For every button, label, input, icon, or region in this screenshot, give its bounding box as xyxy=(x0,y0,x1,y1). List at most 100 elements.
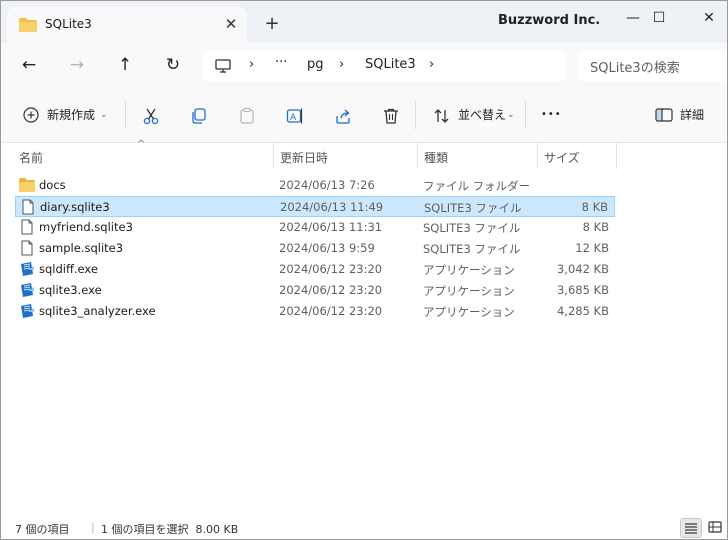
selection-info: 1 個の項目を選択 8.00 KB xyxy=(101,523,239,536)
sort-ascending-icon: ^ xyxy=(137,139,146,150)
computer-icon[interactable] xyxy=(215,59,231,73)
search-input[interactable]: SQLite3の検索 xyxy=(590,57,680,76)
file-date: 2024/06/12 23:20 xyxy=(279,283,383,297)
title-bar: SQLite3 ✕ + Buzzword Inc. — ☐ ✕ xyxy=(1,1,727,43)
tiles-view-button[interactable] xyxy=(704,518,726,538)
file-date: 2024/06/12 23:20 xyxy=(279,262,383,276)
breadcrumb-sqlite3[interactable]: SQLite3 xyxy=(365,57,416,72)
plus-circle-icon xyxy=(23,107,39,123)
file-size: 4,285 KB xyxy=(556,304,609,318)
chevron-down-icon: ⌄ xyxy=(100,110,108,120)
file-type: SQLITE3 ファイル xyxy=(424,201,522,215)
forward-button[interactable]: → xyxy=(63,51,91,79)
item-count: 7 個の項目 xyxy=(15,523,70,536)
table-row[interactable]: sample.sqlite3 2024/06/13 9:59 SQLITE3 フ… xyxy=(15,238,615,259)
file-name: sample.sqlite3 xyxy=(39,241,124,255)
column-divider[interactable] xyxy=(273,143,274,169)
column-divider[interactable] xyxy=(417,143,418,169)
delete-icon[interactable] xyxy=(382,107,400,125)
ellipsis-crumb[interactable]: ··· xyxy=(275,55,287,70)
column-header-name[interactable]: 名前 xyxy=(19,149,43,166)
search-box[interactable]: SQLite3の検索 xyxy=(577,51,727,81)
status-bar: 7 個の項目 | 1 個の項目を選択 8.00 KB xyxy=(1,515,727,539)
file-size: 8 KB xyxy=(581,200,608,214)
folder-icon xyxy=(19,18,37,32)
file-type: SQLITE3 ファイル xyxy=(423,242,521,256)
folder-icon xyxy=(19,178,35,192)
exe-icon xyxy=(21,283,34,297)
svg-text:A: A xyxy=(290,113,297,123)
tab-sqlite3[interactable]: SQLite3 ✕ xyxy=(7,7,247,43)
file-type: SQLITE3 ファイル xyxy=(423,221,521,235)
table-row[interactable]: sqlite3.exe 2024/06/12 23:20 アプリケーション 3,… xyxy=(15,280,615,301)
file-date: 2024/06/12 23:20 xyxy=(279,304,383,318)
new-tab-button[interactable]: + xyxy=(261,13,283,35)
column-header-date[interactable]: 更新日時 xyxy=(280,149,328,166)
table-row[interactable]: docs 2024/06/13 7:26 ファイル フォルダー xyxy=(15,175,615,196)
file-explorer-window: SQLite3 ✕ + Buzzword Inc. — ☐ ✕ ← → ↑ ↻ … xyxy=(0,0,728,540)
rename-icon[interactable]: A xyxy=(286,107,304,125)
breadcrumb-pg[interactable]: pg xyxy=(307,57,324,72)
file-type: アプリケーション xyxy=(423,263,515,277)
file-icon xyxy=(22,199,34,215)
paste-icon[interactable] xyxy=(238,107,256,125)
column-divider[interactable] xyxy=(616,143,617,169)
table-row[interactable]: diary.sqlite3 2024/06/13 11:49 SQLITE3 フ… xyxy=(15,196,615,217)
file-name: diary.sqlite3 xyxy=(40,200,110,214)
tab-close-button[interactable]: ✕ xyxy=(221,14,241,34)
toolbar-divider xyxy=(525,101,526,129)
list-view-icon xyxy=(685,523,697,534)
file-type: アプリケーション xyxy=(423,305,515,319)
address-bar[interactable]: › ··· pg › SQLite3 › xyxy=(203,51,567,81)
chevron-right-icon[interactable]: › xyxy=(429,57,434,72)
navigation-bar: ← → ↑ ↻ › ··· pg › SQLite3 › SQLite3の検索 xyxy=(1,43,727,87)
close-window-button[interactable]: ✕ xyxy=(689,5,727,31)
sort-icon xyxy=(434,109,449,123)
brand-watermark: Buzzword Inc. xyxy=(498,13,601,28)
file-name: sqlite3.exe xyxy=(39,283,102,297)
toolbar-divider xyxy=(125,101,126,129)
file-type: ファイル フォルダー xyxy=(423,179,531,193)
file-date: 2024/06/13 7:26 xyxy=(279,178,375,192)
details-pane-icon xyxy=(655,108,673,122)
chevron-right-icon[interactable]: › xyxy=(249,57,254,72)
column-header-row: ^ 名前 更新日時 種類 サイズ xyxy=(1,139,727,171)
column-divider[interactable] xyxy=(537,143,538,169)
file-name: sqldiff.exe xyxy=(39,262,98,276)
file-size: 8 KB xyxy=(582,220,609,234)
table-row[interactable]: sqldiff.exe 2024/06/12 23:20 アプリケーション 3,… xyxy=(15,259,615,280)
column-header-type[interactable]: 種類 xyxy=(424,149,448,166)
cut-icon[interactable] xyxy=(142,107,160,125)
file-size: 12 KB xyxy=(575,241,609,255)
file-date: 2024/06/13 11:49 xyxy=(280,200,384,214)
file-size: 3,042 KB xyxy=(556,262,609,276)
chevron-down-icon: ⌄ xyxy=(507,110,515,120)
share-icon[interactable] xyxy=(334,107,352,125)
tiles-view-icon xyxy=(708,521,722,533)
maximize-button[interactable]: ☐ xyxy=(639,5,679,31)
table-row[interactable]: sqlite3_analyzer.exe 2024/06/12 23:20 アプ… xyxy=(15,301,615,322)
exe-icon xyxy=(21,262,34,276)
file-name: myfriend.sqlite3 xyxy=(39,220,133,234)
file-type: アプリケーション xyxy=(423,284,515,298)
refresh-button[interactable]: ↻ xyxy=(159,51,187,79)
toolbar-divider xyxy=(415,101,416,129)
copy-icon[interactable] xyxy=(190,107,208,125)
details-label: 詳細 xyxy=(680,108,705,122)
chevron-right-icon[interactable]: › xyxy=(339,57,344,72)
file-name: sqlite3_analyzer.exe xyxy=(39,304,156,318)
details-view-button[interactable] xyxy=(680,518,702,538)
new-button-label: 新規作成 xyxy=(47,108,96,122)
file-icon xyxy=(21,240,33,256)
column-header-size[interactable]: サイズ xyxy=(544,149,580,166)
more-options-button[interactable]: ••• xyxy=(541,103,562,127)
command-bar: 新規作成 ⌄ A 並べ替え ⌄ ••• 詳細 xyxy=(1,87,727,143)
up-button[interactable]: ↑ xyxy=(111,51,139,79)
back-button[interactable]: ← xyxy=(15,51,43,79)
table-row[interactable]: myfriend.sqlite3 2024/06/13 11:31 SQLITE… xyxy=(15,217,615,238)
status-divider: | xyxy=(91,521,95,534)
tab-title: SQLite3 xyxy=(45,17,92,31)
sort-button-label: 並べ替え xyxy=(458,108,507,122)
exe-icon xyxy=(21,304,34,318)
file-date: 2024/06/13 11:31 xyxy=(279,220,383,234)
